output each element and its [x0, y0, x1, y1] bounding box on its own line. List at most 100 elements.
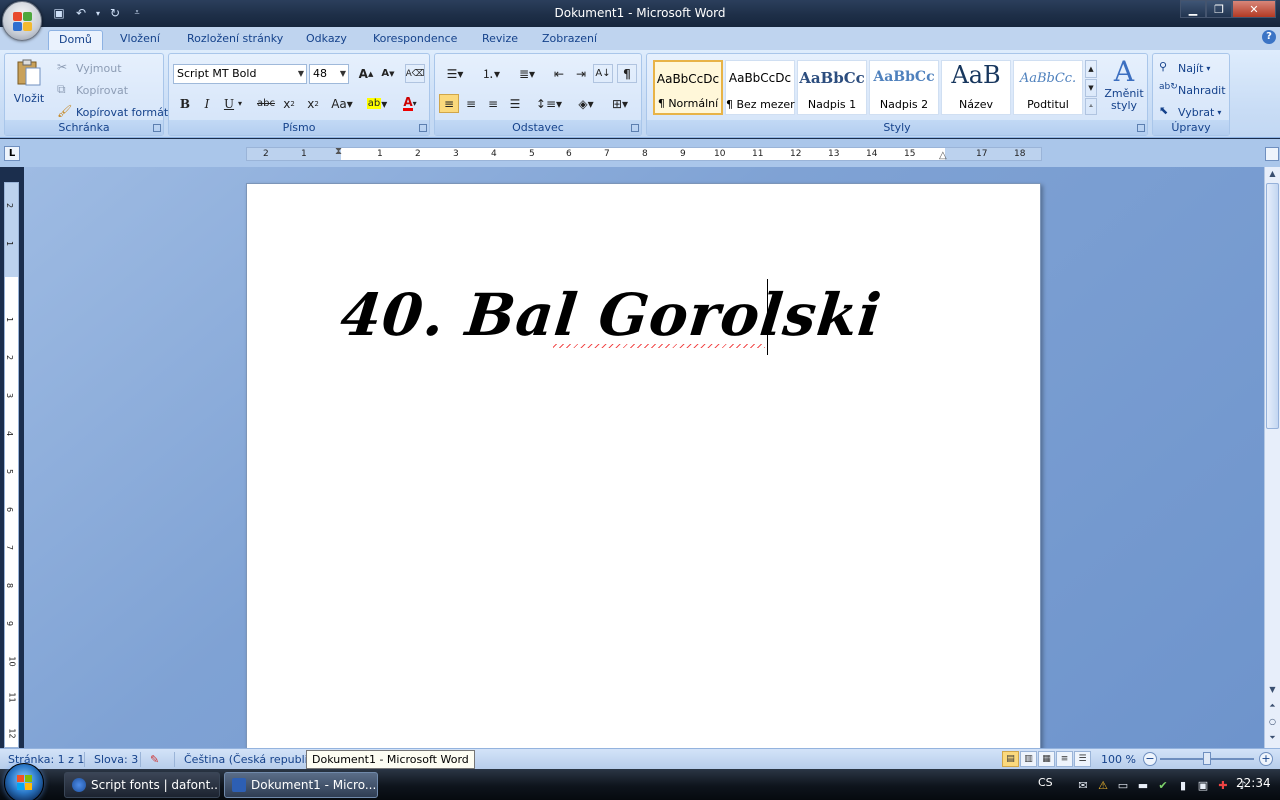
- chevron-down-icon[interactable]: ▾: [235, 94, 245, 113]
- styles-launcher-icon[interactable]: [1137, 124, 1145, 132]
- bullets-icon[interactable]: ☰▾: [439, 64, 471, 83]
- print-layout-view-icon[interactable]: ▤: [1002, 751, 1019, 767]
- clipboard-launcher-icon[interactable]: [153, 124, 161, 132]
- font-name-combo[interactable]: Script MT Bold ▼: [173, 64, 307, 84]
- numbering-icon[interactable]: ⒈▾: [475, 64, 507, 83]
- language-status[interactable]: Čeština (Česká republika): [184, 753, 325, 766]
- next-page-icon[interactable]: ⏷: [1265, 733, 1280, 743]
- tab-mailings[interactable]: Korespondence: [363, 30, 467, 50]
- style-normal[interactable]: AaBbCcDc ¶ Normální: [653, 60, 723, 115]
- paste-button[interactable]: Vložit: [9, 58, 49, 118]
- horizontal-ruler[interactable]: 2 1 1 2 3 4 5 6 7 8 9 10 11 12 13 14 15 …: [246, 145, 1042, 162]
- network-icon[interactable]: ▣: [1196, 778, 1210, 792]
- font-color-icon[interactable]: A ▾: [396, 94, 424, 113]
- proofing-icon[interactable]: ✎: [150, 753, 159, 766]
- align-center-icon[interactable]: ≡: [461, 94, 481, 113]
- clear-formatting-icon[interactable]: A⌫: [405, 64, 425, 83]
- office-button[interactable]: [2, 1, 42, 41]
- right-indent-marker[interactable]: △: [939, 149, 947, 162]
- draft-view-icon[interactable]: ☰: [1074, 751, 1091, 767]
- bold-icon[interactable]: B: [175, 94, 195, 113]
- font-launcher-icon[interactable]: [419, 124, 427, 132]
- align-right-icon[interactable]: ≡: [483, 94, 503, 113]
- previous-page-icon[interactable]: ⏶: [1265, 701, 1280, 711]
- close-button[interactable]: ✕: [1232, 0, 1276, 18]
- line-spacing-icon[interactable]: ↕≡▾: [535, 94, 563, 113]
- input-language-indicator[interactable]: CS: [1038, 776, 1053, 789]
- tab-selector[interactable]: L: [4, 146, 20, 161]
- highlight-icon[interactable]: ab ▾: [363, 94, 391, 113]
- help-icon[interactable]: ?: [1262, 30, 1276, 44]
- warning-icon[interactable]: ⚠: [1096, 778, 1110, 792]
- borders-icon[interactable]: ⊞▾: [605, 94, 635, 113]
- styles-more-icon[interactable]: ⩡: [1085, 98, 1097, 115]
- styles-scroll-down-icon[interactable]: ▼: [1085, 79, 1097, 97]
- style-subtitle[interactable]: AaBbCc. Podtitul: [1013, 60, 1083, 115]
- taskbar-button-word[interactable]: Dokument1 - Micro...: [224, 772, 378, 798]
- web-layout-icon[interactable]: ▦: [1038, 751, 1055, 767]
- sort-icon[interactable]: A↓: [593, 64, 613, 83]
- word-count[interactable]: Slova: 3: [94, 753, 138, 766]
- font-size-combo[interactable]: 48 ▼: [309, 64, 349, 84]
- document-text[interactable]: 40. Bal Gorolski: [337, 281, 884, 349]
- scrollbar-thumb[interactable]: [1266, 183, 1279, 429]
- subscript-icon[interactable]: x2: [279, 94, 299, 113]
- browse-object-icon[interactable]: ○: [1265, 717, 1280, 726]
- view-ruler-toggle[interactable]: [1265, 147, 1279, 161]
- increase-indent-icon[interactable]: ⇥: [571, 64, 591, 83]
- vertical-scrollbar[interactable]: ▲ ▼ ⏶ ○ ⏷: [1264, 167, 1280, 748]
- styles-scroll-up-icon[interactable]: ▲: [1085, 60, 1097, 78]
- drive-icon[interactable]: ▬: [1136, 778, 1150, 792]
- replace-button[interactable]: ab↻ Nahradit: [1159, 82, 1226, 98]
- format-painter-button[interactable]: 🖌 Kopírovat formát: [57, 104, 168, 120]
- outline-view-icon[interactable]: ≡: [1056, 751, 1073, 767]
- first-line-indent-marker[interactable]: ⧗: [335, 145, 342, 158]
- full-screen-reading-icon[interactable]: ▥: [1020, 751, 1037, 767]
- tab-references[interactable]: Odkazy: [296, 30, 357, 50]
- security-icon[interactable]: ✔: [1156, 778, 1170, 792]
- tab-view[interactable]: Zobrazení: [532, 30, 607, 50]
- style-title[interactable]: AaB Název: [941, 60, 1011, 115]
- scroll-down-icon[interactable]: ▼: [1265, 685, 1280, 694]
- justify-icon[interactable]: ☰: [505, 94, 525, 113]
- vertical-ruler[interactable]: 2 1 1 2 3 4 5 6 7 8 9 10 11 12: [4, 182, 19, 748]
- grow-font-icon[interactable]: A ▲: [356, 64, 376, 83]
- clock[interactable]: 22:34: [1236, 776, 1271, 790]
- battery-icon[interactable]: ▮: [1176, 778, 1190, 792]
- style-heading-2[interactable]: AaBbCc Nadpis 2: [869, 60, 939, 115]
- cut-button[interactable]: ✂ Vyjmout: [57, 60, 122, 76]
- change-styles-button[interactable]: A Změnit styly: [1101, 56, 1147, 118]
- mail-icon[interactable]: ✉: [1076, 778, 1090, 792]
- superscript-icon[interactable]: x2: [303, 94, 323, 113]
- maximize-button[interactable]: ❐: [1206, 0, 1232, 18]
- minimize-button[interactable]: ▁: [1180, 0, 1206, 18]
- change-case-icon[interactable]: Aa▾: [329, 94, 355, 113]
- zoom-slider-handle[interactable]: [1203, 752, 1211, 765]
- shading-icon[interactable]: ◈▾: [571, 94, 601, 113]
- tab-review[interactable]: Revize: [472, 30, 528, 50]
- italic-icon[interactable]: I: [197, 94, 217, 113]
- zoom-level[interactable]: 100 %: [1101, 753, 1136, 766]
- document-page[interactable]: 40. Bal Gorolski: [246, 183, 1041, 748]
- paragraph-launcher-icon[interactable]: [631, 124, 639, 132]
- zoom-in-icon[interactable]: +: [1259, 752, 1273, 766]
- style-heading-1[interactable]: AaBbCc Nadpis 1: [797, 60, 867, 115]
- strikethrough-icon[interactable]: abc: [256, 94, 276, 113]
- style-no-spacing[interactable]: AaBbCcDc ¶ Bez mezer: [725, 60, 795, 115]
- find-button[interactable]: ⚲ Najít ▾: [1159, 60, 1210, 76]
- zoom-out-icon[interactable]: −: [1143, 752, 1157, 766]
- align-left-icon[interactable]: ≡: [439, 94, 459, 113]
- show-formatting-marks-icon[interactable]: ¶: [617, 64, 637, 83]
- taskbar-button-browser[interactable]: Script fonts | dafont....: [64, 772, 220, 798]
- shrink-font-icon[interactable]: A ▼: [378, 64, 398, 83]
- start-button[interactable]: [4, 763, 44, 800]
- copy-button[interactable]: ⧉ Kopírovat: [57, 82, 128, 98]
- tab-insert[interactable]: Vložení: [110, 30, 170, 50]
- folder-icon[interactable]: ▭: [1116, 778, 1130, 792]
- decrease-indent-icon[interactable]: ⇤: [549, 64, 569, 83]
- tab-page-layout[interactable]: Rozložení stránky: [177, 30, 293, 50]
- select-button[interactable]: ⬉ Vybrat ▾: [1159, 104, 1221, 120]
- multilevel-list-icon[interactable]: ≣▾: [511, 64, 543, 83]
- scroll-up-icon[interactable]: ▲: [1265, 169, 1280, 178]
- tab-home[interactable]: Domů: [48, 30, 103, 50]
